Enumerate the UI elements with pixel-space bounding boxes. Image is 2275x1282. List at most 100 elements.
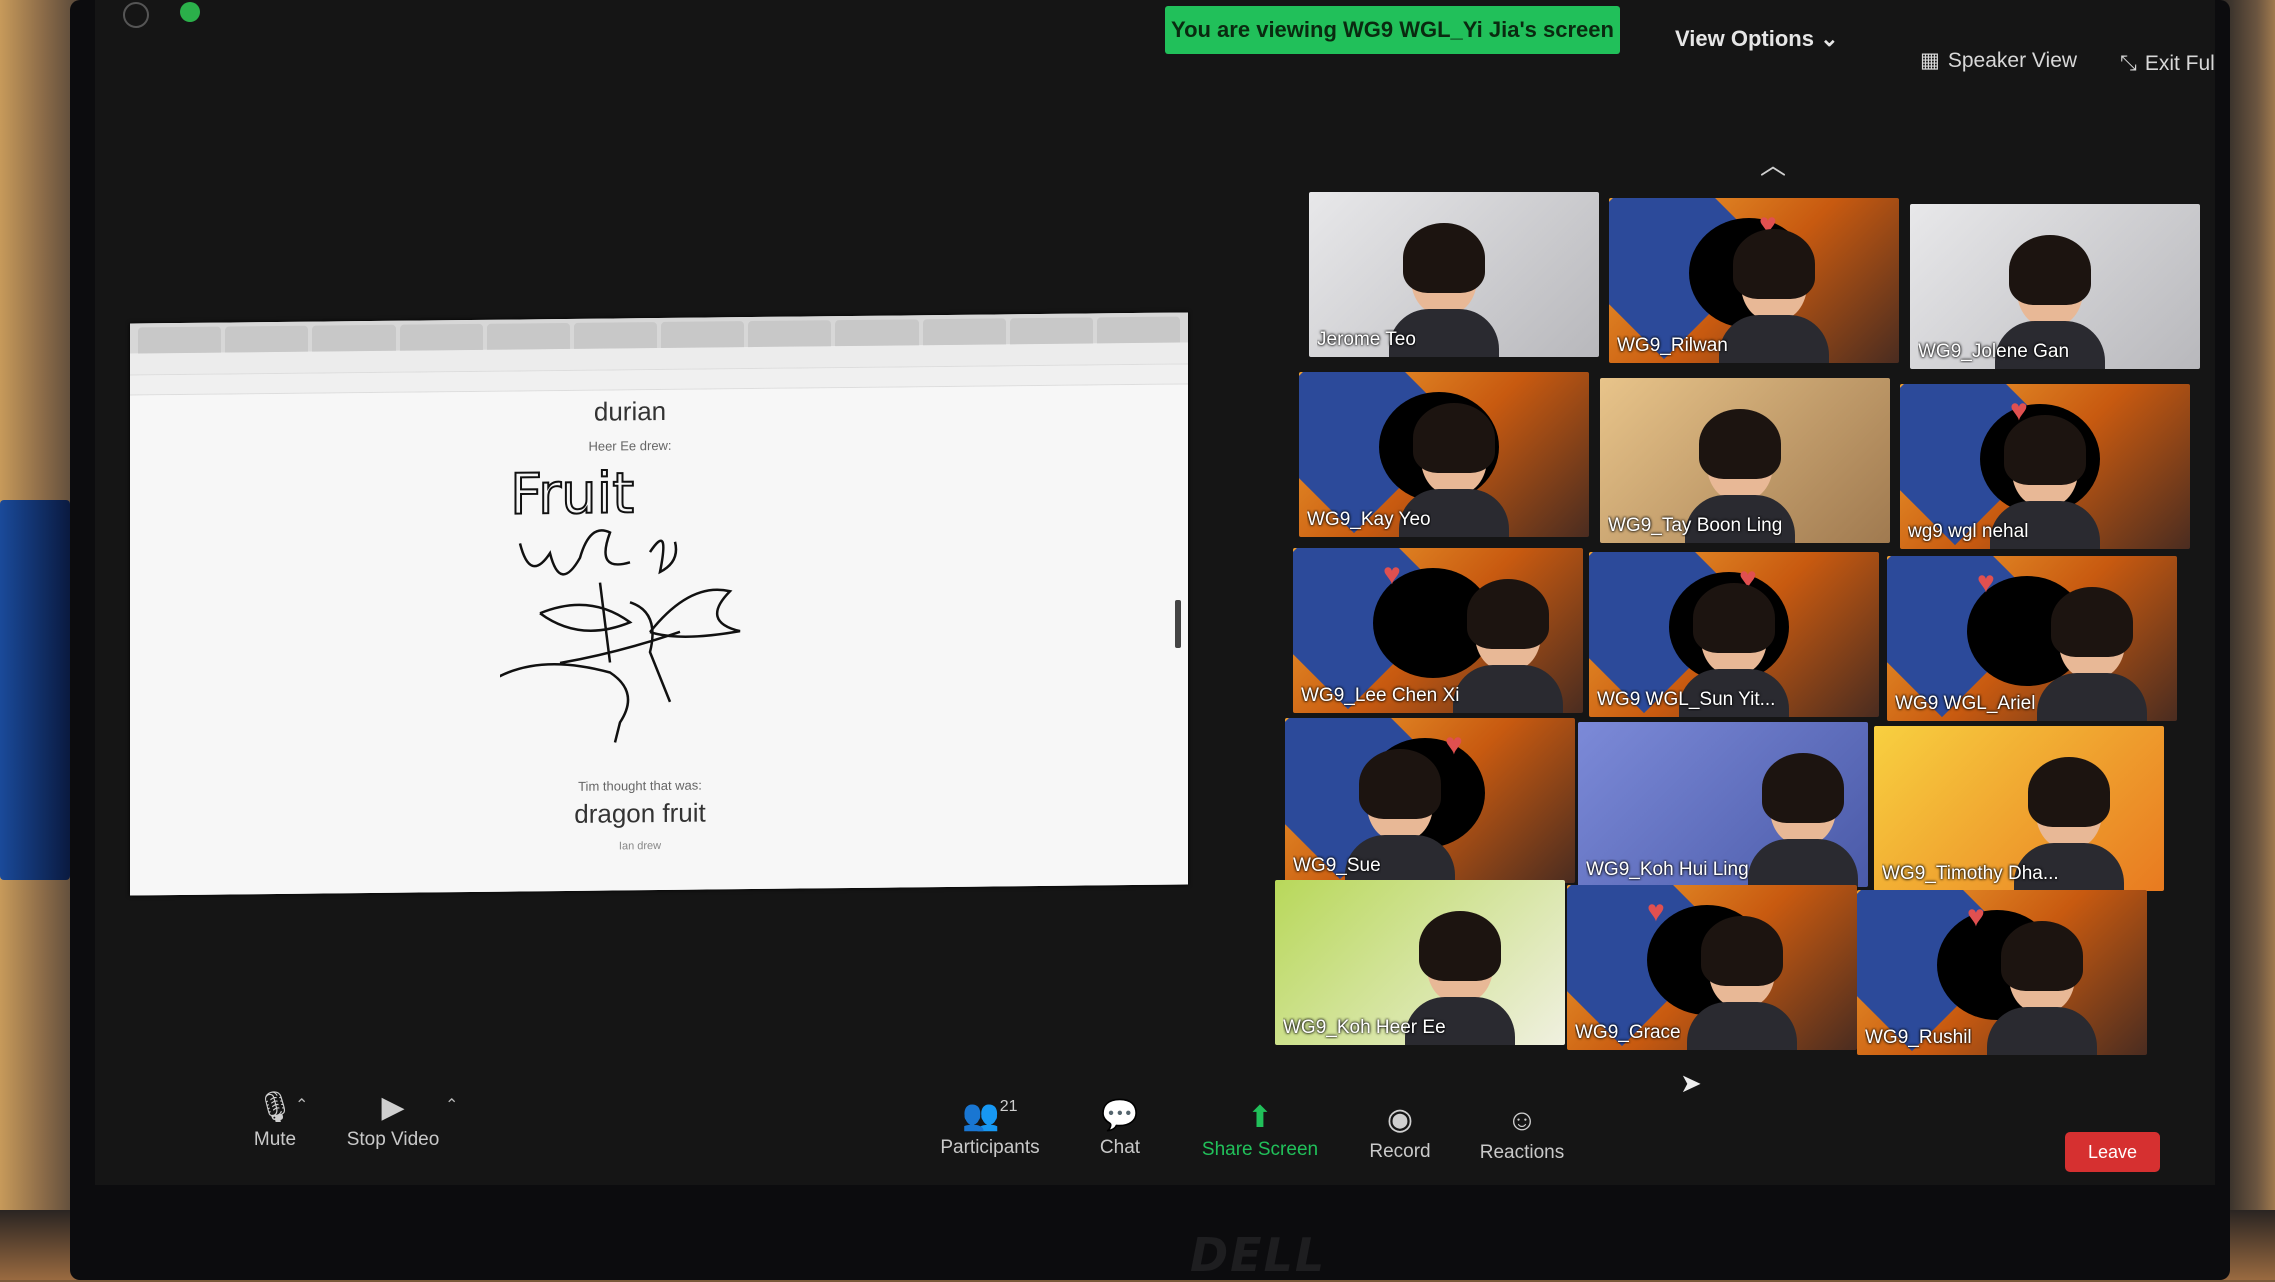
microphone-icon: 🎙 (255, 1091, 295, 1124)
browser-tab (312, 324, 396, 352)
share-screen-icon: ⬆ (1247, 1101, 1273, 1134)
browser-tab (225, 325, 309, 353)
video-tile[interactable]: WG9_Koh Hui Ling (1578, 722, 1868, 887)
share-screen-label: Share Screen (1201, 1139, 1319, 1160)
video-tile[interactable]: WG9_Kay Yeo (1299, 372, 1589, 537)
speaker-view-button[interactable]: ▦ Speaker View (1920, 48, 2077, 73)
background-blue-object (0, 500, 70, 880)
drawing-game-page: durian Heer Ee drew: Fruit Tim thought t… (130, 384, 1188, 896)
heart-icon: ♥ (1977, 566, 1995, 599)
encryption-shield-icon[interactable] (180, 2, 200, 22)
participant-name: WG9 WGL_Ariel (1895, 693, 2036, 714)
participant-name: WG9_Koh Heer Ee (1283, 1017, 1446, 1038)
smiley-icon: ☺ (1506, 1104, 1538, 1137)
heart-icon: ♥ (1383, 558, 1401, 591)
heart-icon: ♥ (1967, 900, 1985, 933)
video-tile[interactable]: WG9_Jolene Gan (1910, 204, 2200, 369)
browser-tab (1096, 316, 1181, 344)
participants-label: Participants (940, 1137, 1040, 1158)
split-divider-handle[interactable] (1175, 600, 1181, 648)
participant-name: WG9_Koh Hui Ling (1586, 859, 1749, 880)
speaker-view-label: Speaker View (1947, 48, 2078, 72)
participant-name: WG9_Kay Yeo (1307, 509, 1431, 530)
chat-label: Chat (1099, 1137, 1141, 1158)
leave-meeting-button[interactable]: Leave (2065, 1132, 2160, 1172)
monitor-brand-logo: DELL (1190, 1228, 1327, 1282)
participant-video (1987, 915, 2097, 1055)
browser-tab (399, 323, 483, 351)
video-tile[interactable]: ♥ WG9_Lee Chen Xi (1293, 548, 1583, 713)
view-options-button[interactable]: View Options ⌄ (1675, 26, 1839, 52)
mouse-cursor-icon: ➤ (1680, 1068, 1702, 1098)
video-tile[interactable]: WG9_Timothy Dha... (1874, 726, 2164, 891)
participant-name: Jerome Teo (1317, 329, 1416, 350)
participant-name: WG9_Grace (1575, 1022, 1681, 1043)
participant-name: WG9_Timothy Dha... (1882, 863, 2059, 884)
stop-video-label: Stop Video (346, 1129, 440, 1150)
video-tile[interactable]: ♥ WG9_Grace (1567, 885, 1857, 1050)
participant-name: WG9 WGL_Sun Yit... (1597, 689, 1776, 710)
participant-name: wg9 wgl nehal (1908, 521, 2029, 542)
sketch-drawing: Fruit (500, 461, 741, 743)
video-tile[interactable]: ♥ WG9_Rilwan (1609, 198, 1899, 363)
browser-tab (138, 326, 222, 354)
video-tile[interactable]: ♥ WG9 WGL_Sun Yit... (1589, 552, 1879, 717)
reactions-button[interactable]: ☺ Reactions (1457, 1104, 1587, 1164)
mute-label: Mute (253, 1129, 297, 1150)
participant-name: WG9_Tay Boon Ling (1608, 515, 1783, 536)
prompt-word: durian (593, 395, 667, 427)
sketch-text: Fruit (510, 461, 634, 527)
browser-tab (748, 320, 832, 348)
browser-tab (1009, 317, 1093, 345)
video-tile[interactable]: ♥ WG9_Sue (1285, 718, 1575, 883)
guessed-word: dragon fruit (574, 797, 706, 829)
participant-video (2037, 581, 2147, 721)
chat-bubble-icon: 💬 (1101, 1099, 1139, 1132)
viewing-screen-banner: You are viewing WG9 WGL_Yi Jia's screen (1165, 6, 1620, 54)
guesser-caption: Tim thought that was: (578, 777, 702, 794)
info-icon[interactable] (123, 2, 149, 28)
video-tile[interactable]: ♥ WG9_Rushil (1857, 890, 2147, 1055)
participants-icon: 👥21 (962, 1098, 1018, 1132)
exit-full-screen-icon: ⤡ (2120, 52, 2137, 75)
video-tile[interactable]: ♥ WG9 WGL_Ariel (1887, 556, 2177, 721)
browser-tab (922, 318, 1006, 346)
record-label: Record (1369, 1141, 1431, 1162)
audio-options-chevron-icon[interactable]: ⌃ (295, 1095, 308, 1115)
video-tile[interactable]: ♥ wg9 wgl nehal (1900, 384, 2190, 549)
participants-button[interactable]: 👥21 Participants (925, 1098, 1055, 1159)
participant-video (1453, 573, 1563, 713)
speaker-view-icon: ▦ (1920, 49, 1940, 72)
video-tile[interactable]: WG9_Koh Heer Ee (1275, 880, 1565, 1045)
next-drawer-caption: Ian drew (618, 839, 662, 853)
participant-name: WG9_Rilwan (1617, 335, 1728, 356)
participant-count: 21 (999, 1098, 1018, 1115)
video-camera-icon: ▶ (381, 1091, 405, 1124)
stop-video-button[interactable]: ▶ Stop Video (328, 1090, 458, 1151)
exit-full-screen-button[interactable]: ⤡ Exit Full Scree (2120, 52, 2215, 76)
browser-tab (486, 322, 570, 350)
participant-name: WG9_Lee Chen Xi (1301, 685, 1460, 706)
video-tile[interactable]: Jerome Teo (1309, 192, 1599, 357)
gallery-scroll-up-icon[interactable]: ︿ (1760, 145, 1786, 182)
record-icon: ◉ (1386, 1103, 1414, 1136)
video-tile[interactable]: WG9_Tay Boon Ling (1600, 378, 1890, 543)
drawer-caption: Heer Ee drew: (588, 437, 672, 454)
participant-name: WG9_Sue (1293, 855, 1381, 876)
participant-name: WG9_Jolene Gan (1918, 341, 2070, 362)
exit-full-screen-label: Exit Full Scree (2144, 52, 2215, 75)
browser-tab (835, 319, 919, 347)
browser-tab (573, 322, 658, 349)
shared-screen: durian Heer Ee drew: Fruit Tim thought t… (130, 312, 1188, 896)
chat-button[interactable]: 💬 Chat (1055, 1098, 1185, 1159)
share-screen-button[interactable]: ⬆ Share Screen (1195, 1100, 1325, 1161)
zoom-meeting-window: You are viewing WG9 WGL_Yi Jia's screen … (95, 0, 2215, 1185)
mute-button[interactable]: 🎙 Mute (210, 1090, 340, 1151)
video-options-chevron-icon[interactable]: ⌃ (445, 1095, 458, 1115)
heart-icon: ♥ (1647, 895, 1665, 928)
reactions-label: Reactions (1479, 1142, 1565, 1163)
participant-video (1748, 747, 1858, 887)
record-button[interactable]: ◉ Record (1335, 1102, 1465, 1163)
participant-name: WG9_Rushil (1865, 1027, 1972, 1048)
browser-tab (661, 321, 745, 348)
